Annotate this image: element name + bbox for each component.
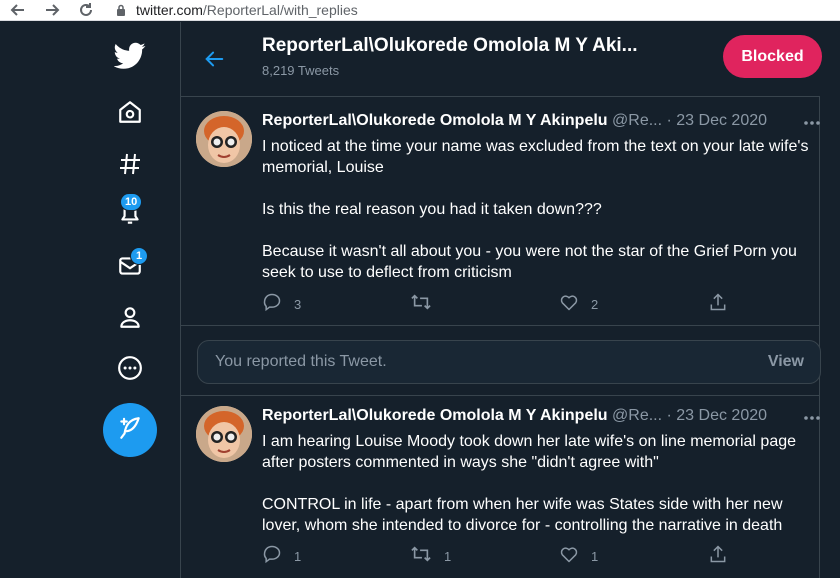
main-column: ReporterLal\Olukorede Omolola M Y Aki...… (180, 22, 822, 578)
author-handle[interactable]: @Re... (612, 407, 662, 424)
browser-forward-icon[interactable] (42, 0, 62, 20)
like-button[interactable]: 1 (559, 545, 598, 567)
address-bar[interactable]: twitter.com/ReporterLal/with_replies (112, 0, 358, 20)
url-path: /ReporterLal/with_replies (202, 2, 358, 18)
home-icon[interactable] (112, 94, 148, 130)
more-dots-icon[interactable] (801, 411, 823, 425)
heart-icon (559, 544, 579, 569)
share-button[interactable] (708, 544, 728, 569)
back-arrow-icon[interactable] (199, 44, 229, 74)
browser-toolbar: twitter.com/ReporterLal/with_replies (0, 0, 840, 21)
reported-tweet-notice: You reported this Tweet. View (197, 340, 821, 384)
retweet-icon (410, 292, 432, 317)
lock-icon (112, 1, 130, 19)
profile-header: ReporterLal\Olukorede Omolola M Y Aki...… (181, 22, 822, 97)
url-text: twitter.com/ReporterLal/with_replies (136, 2, 358, 18)
retweet-button[interactable]: 1 (410, 545, 451, 567)
browser-back-icon[interactable] (8, 0, 28, 20)
reply-count: 3 (294, 296, 302, 312)
avatar[interactable] (196, 111, 252, 167)
compose-feather-icon (117, 415, 143, 446)
notifications-badge: 10 (120, 193, 143, 211)
compose-tweet-button[interactable] (103, 403, 157, 457)
like-count: 2 (591, 296, 599, 312)
notifications-bell-icon[interactable]: 10 (112, 193, 148, 232)
author-handle[interactable]: @Re... (612, 112, 662, 129)
twitter-logo-icon[interactable] (112, 38, 148, 74)
browser-reload-icon[interactable] (76, 0, 96, 20)
url-domain: twitter.com (136, 2, 203, 18)
reply-button[interactable]: 1 (262, 545, 301, 567)
like-button[interactable]: 2 (559, 293, 598, 315)
tweet-header: ReporterLal\Olukorede Omolola M Y Akinpe… (262, 112, 767, 130)
reply-count: 1 (294, 548, 302, 564)
share-button[interactable] (708, 292, 728, 317)
tweet-count: 8,219 Tweets (262, 63, 340, 78)
messages-envelope-icon[interactable]: 1 (112, 247, 148, 284)
sidebar: 10 1 (0, 22, 180, 578)
retweet-count: 1 (444, 548, 452, 564)
view-reported-link[interactable]: View (768, 353, 804, 371)
tweet-text: I noticed at the time your name was excl… (262, 138, 809, 281)
explore-hashtag-icon[interactable] (112, 146, 148, 182)
retweet-button[interactable] (410, 293, 444, 315)
author-name[interactable]: ReporterLal\Olukorede Omolola M Y Akinpe… (262, 112, 608, 129)
share-icon (708, 544, 728, 569)
like-count: 1 (591, 548, 599, 564)
tweet-header: ReporterLal\Olukorede Omolola M Y Akinpe… (262, 407, 767, 425)
messages-badge: 1 (130, 247, 148, 265)
retweet-icon (410, 544, 432, 569)
reported-text: You reported this Tweet. (215, 353, 387, 370)
profile-icon[interactable] (112, 299, 148, 335)
tweet-actions: 3 2 (262, 292, 742, 317)
tweet-date[interactable]: · 23 Dec 2020 (667, 112, 768, 129)
author-name[interactable]: ReporterLal\Olukorede Omolola M Y Akinpe… (262, 407, 608, 424)
tweet-date[interactable]: · 23 Dec 2020 (667, 407, 768, 424)
tweet-text: I am hearing Louise Moody took down her … (262, 433, 797, 534)
tweet-item[interactable]: ReporterLal\Olukorede Omolola M Y Akinpe… (181, 98, 820, 326)
share-icon (708, 292, 728, 317)
blocked-button[interactable]: Blocked (723, 35, 822, 78)
reply-button[interactable]: 3 (262, 293, 301, 315)
page-title: ReporterLal\Olukorede Omolola M Y Aki... (262, 35, 638, 56)
avatar[interactable] (196, 406, 252, 462)
tweet-actions: 1 1 1 (262, 544, 742, 569)
tweet-item[interactable]: ReporterLal\Olukorede Omolola M Y Akinpe… (181, 396, 820, 578)
more-options-icon[interactable] (112, 350, 148, 386)
heart-icon (559, 292, 579, 317)
reply-icon (262, 292, 282, 317)
more-dots-icon[interactable] (801, 116, 823, 130)
reply-icon (262, 544, 282, 569)
